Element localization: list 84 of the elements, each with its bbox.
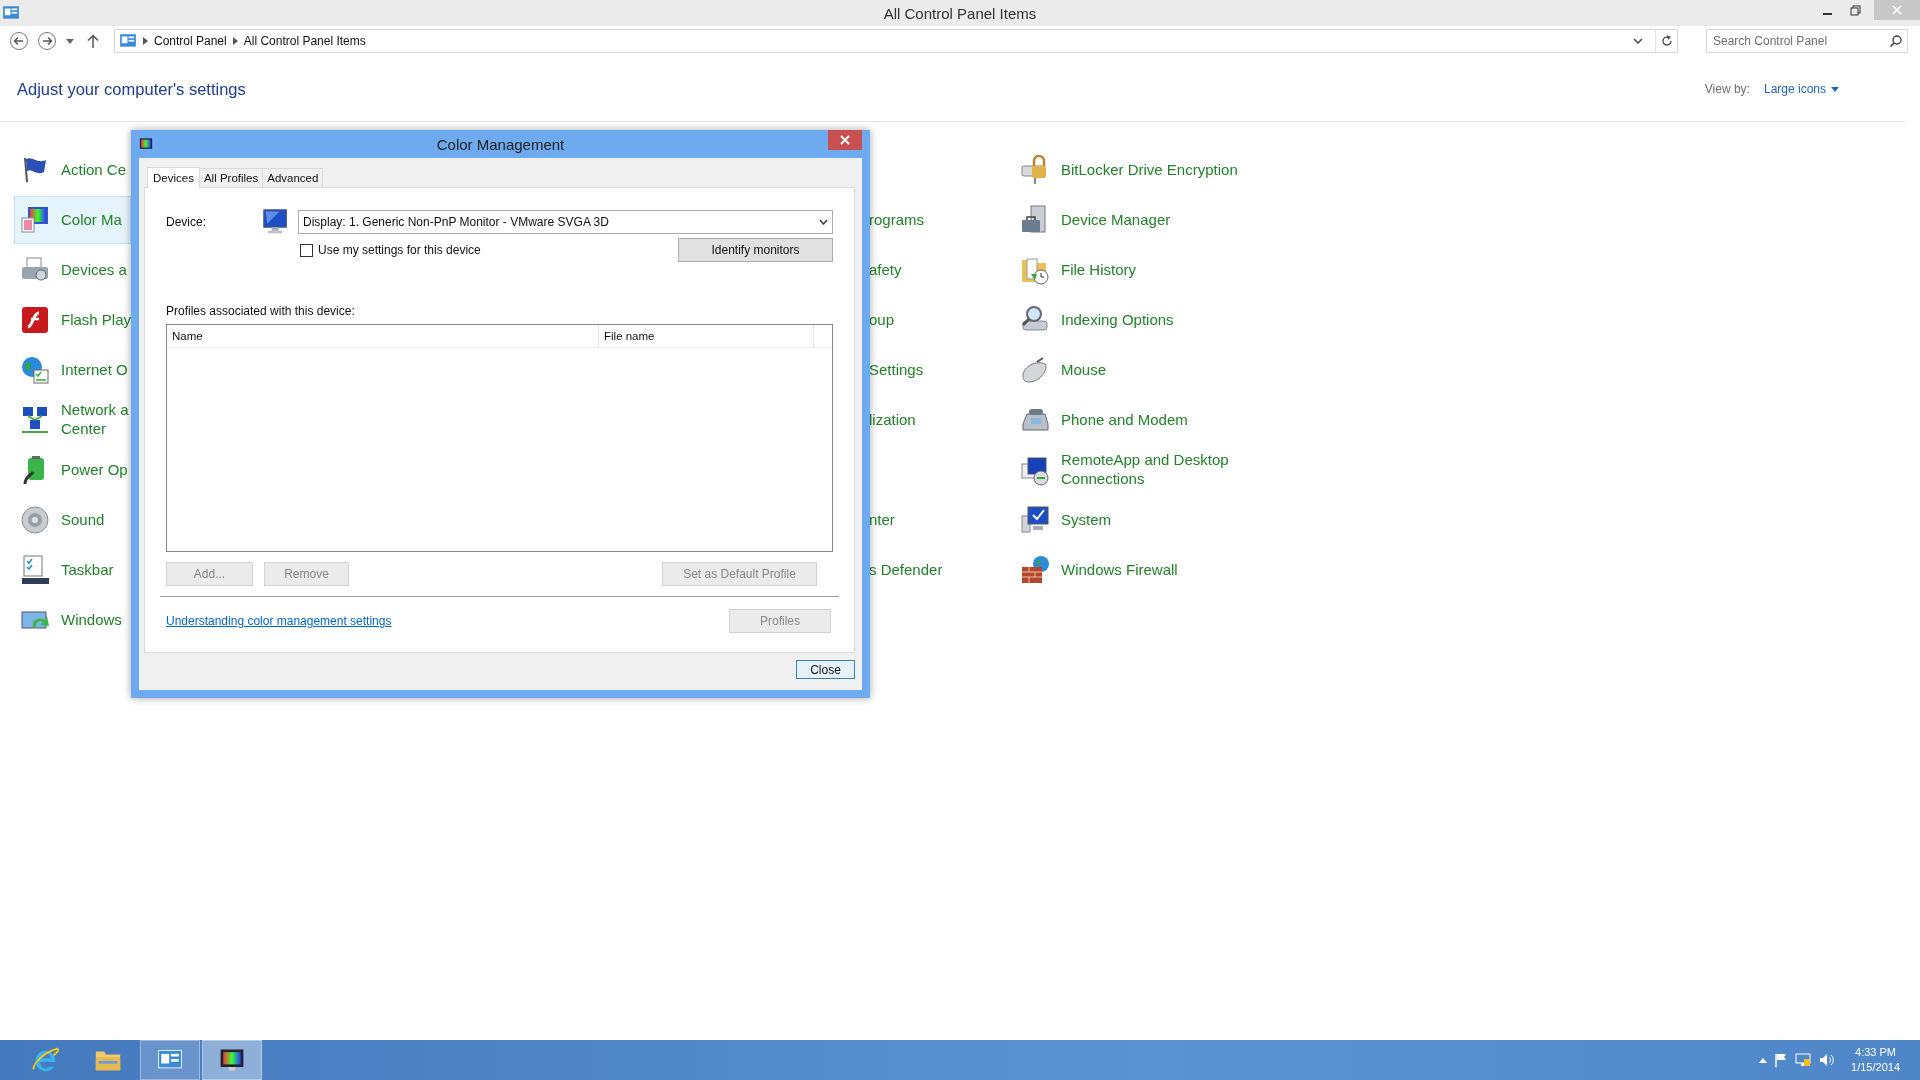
remote-monitor-icon	[1019, 454, 1051, 486]
control-panel-item[interactable]: Indexing Options	[1014, 296, 1920, 344]
breadcrumb[interactable]: All Control Panel Items	[243, 34, 366, 48]
monitor-check-icon	[1019, 504, 1051, 536]
view-by-dropdown[interactable]: Large icons	[1763, 82, 1839, 96]
search-field[interactable]: Search Control Panel	[1706, 29, 1908, 53]
control-panel-item[interactable]: Devices a	[14, 246, 131, 294]
chevron-icon	[143, 37, 148, 45]
refresh-icon	[1660, 35, 1673, 47]
selected-item[interactable]: Color Ma	[14, 196, 131, 244]
page-heading: Adjust your computer's settings	[17, 79, 247, 99]
minimize-icon	[1822, 13, 1832, 15]
control-panel-item[interactable]: s Defender	[868, 546, 1014, 594]
control-panel-item[interactable]: BitLocker Drive Encryption	[1014, 146, 1920, 194]
tab[interactable]: Devices	[147, 167, 200, 188]
control-panel-item[interactable]: Power Op	[14, 446, 131, 494]
network-icon	[19, 404, 51, 436]
control-panel-item[interactable]: lization	[868, 396, 1014, 444]
column-header[interactable]: File name	[599, 325, 814, 347]
control-panel-item[interactable]: Windows Firewall	[1014, 546, 1920, 594]
checklist-icon	[19, 554, 51, 586]
column-header[interactable]: Name	[167, 325, 599, 347]
control-panel-item[interactable]: Network a Center	[14, 396, 131, 444]
up-arrow-icon	[87, 34, 99, 48]
color-monitor-icon	[139, 137, 153, 151]
flash-icon	[19, 304, 51, 336]
breadcrumb[interactable]: Control Panel	[154, 34, 227, 48]
caret-icon	[66, 38, 74, 44]
taskbar-app[interactable]	[202, 1040, 262, 1080]
search-icon	[1890, 35, 1902, 47]
tab[interactable]: Advanced	[262, 168, 324, 187]
control-panel-item[interactable]: Settings	[868, 346, 1014, 394]
control-panel-item[interactable]: Windows	[14, 596, 131, 644]
caret-icon[interactable]	[1759, 1057, 1768, 1063]
dialog-title: Color Management	[435, 135, 566, 153]
close-dialog-button[interactable]: Close	[796, 660, 855, 679]
chevron-down-icon	[1633, 37, 1643, 45]
restore-icon	[1849, 4, 1861, 16]
control-panel-item[interactable]: rograms	[868, 196, 1014, 244]
window-title: All Control Panel Items	[883, 4, 1037, 22]
clock-date: 1/15/2014	[1851, 1060, 1900, 1075]
device-label: Device:	[166, 215, 207, 229]
control-panel-item[interactable]: Taskbar	[14, 546, 131, 594]
color-monitor-icon	[19, 204, 51, 236]
monitor-icon	[262, 208, 290, 236]
control-panel-item[interactable]: nter	[868, 496, 1014, 544]
speaker-icon	[19, 504, 51, 536]
checkbox-label: Use my settings for this device	[318, 243, 481, 257]
forward-button[interactable]	[36, 30, 58, 52]
control-panel-item[interactable]: RemoteApp and Desktop Connections	[1014, 446, 1920, 494]
control-panel-item[interactable]: oup	[868, 296, 1014, 344]
speaker-icon[interactable]	[1819, 1053, 1836, 1067]
view-by-label: View by:	[1704, 82, 1750, 96]
control-panel-item[interactable]: Device Manager	[1014, 196, 1920, 244]
control-panel-item[interactable]: Flash Play	[14, 296, 131, 344]
globe-icon	[19, 354, 51, 386]
device-dropdown[interactable]: Display: 1. Generic Non-PnP Monitor - VMware SVGA 3D	[298, 210, 833, 234]
chevron-down-icon	[819, 219, 828, 225]
checkbox[interactable]	[300, 243, 313, 257]
control-panel-item[interactable]: File History	[1014, 246, 1920, 294]
control-panel-item[interactable]: Action Ce	[14, 146, 131, 194]
control-panel-item[interactable]: Phone and Modem	[1014, 396, 1920, 444]
profiles-label: Profiles associated with this device:	[166, 304, 356, 318]
chevron-icon	[232, 37, 238, 45]
clock-time: 4:33 PM	[1854, 1045, 1897, 1060]
control-panel-item[interactable]: afety	[868, 246, 1014, 294]
control-panel-icon	[2, 4, 20, 22]
help-link[interactable]: Understanding color management settings	[166, 614, 392, 628]
close-icon	[1892, 5, 1902, 15]
control-panel-item[interactable]: Mouse	[1014, 346, 1920, 394]
network-icon[interactable]	[1795, 1053, 1812, 1067]
close-button[interactable]	[828, 130, 862, 150]
control-panel-item[interactable]: System	[1014, 496, 1920, 544]
identify-monitors-button[interactable]: Identify monitors	[678, 238, 833, 262]
control-panel-item[interactable]: Sound	[14, 496, 131, 544]
address-bar[interactable]: Control Panel All Control Panel Items	[114, 29, 1678, 53]
caret-icon	[1831, 86, 1839, 92]
back-button[interactable]	[8, 30, 30, 52]
brick-wall-icon	[1019, 554, 1051, 586]
clock[interactable]: 4:33 PM 1/15/2014	[1851, 1045, 1900, 1075]
close-icon	[840, 135, 850, 145]
control-panel-item[interactable]: Internet O	[14, 346, 131, 394]
control-panel-icon	[119, 32, 137, 50]
flag-icon[interactable]	[1775, 1053, 1788, 1067]
